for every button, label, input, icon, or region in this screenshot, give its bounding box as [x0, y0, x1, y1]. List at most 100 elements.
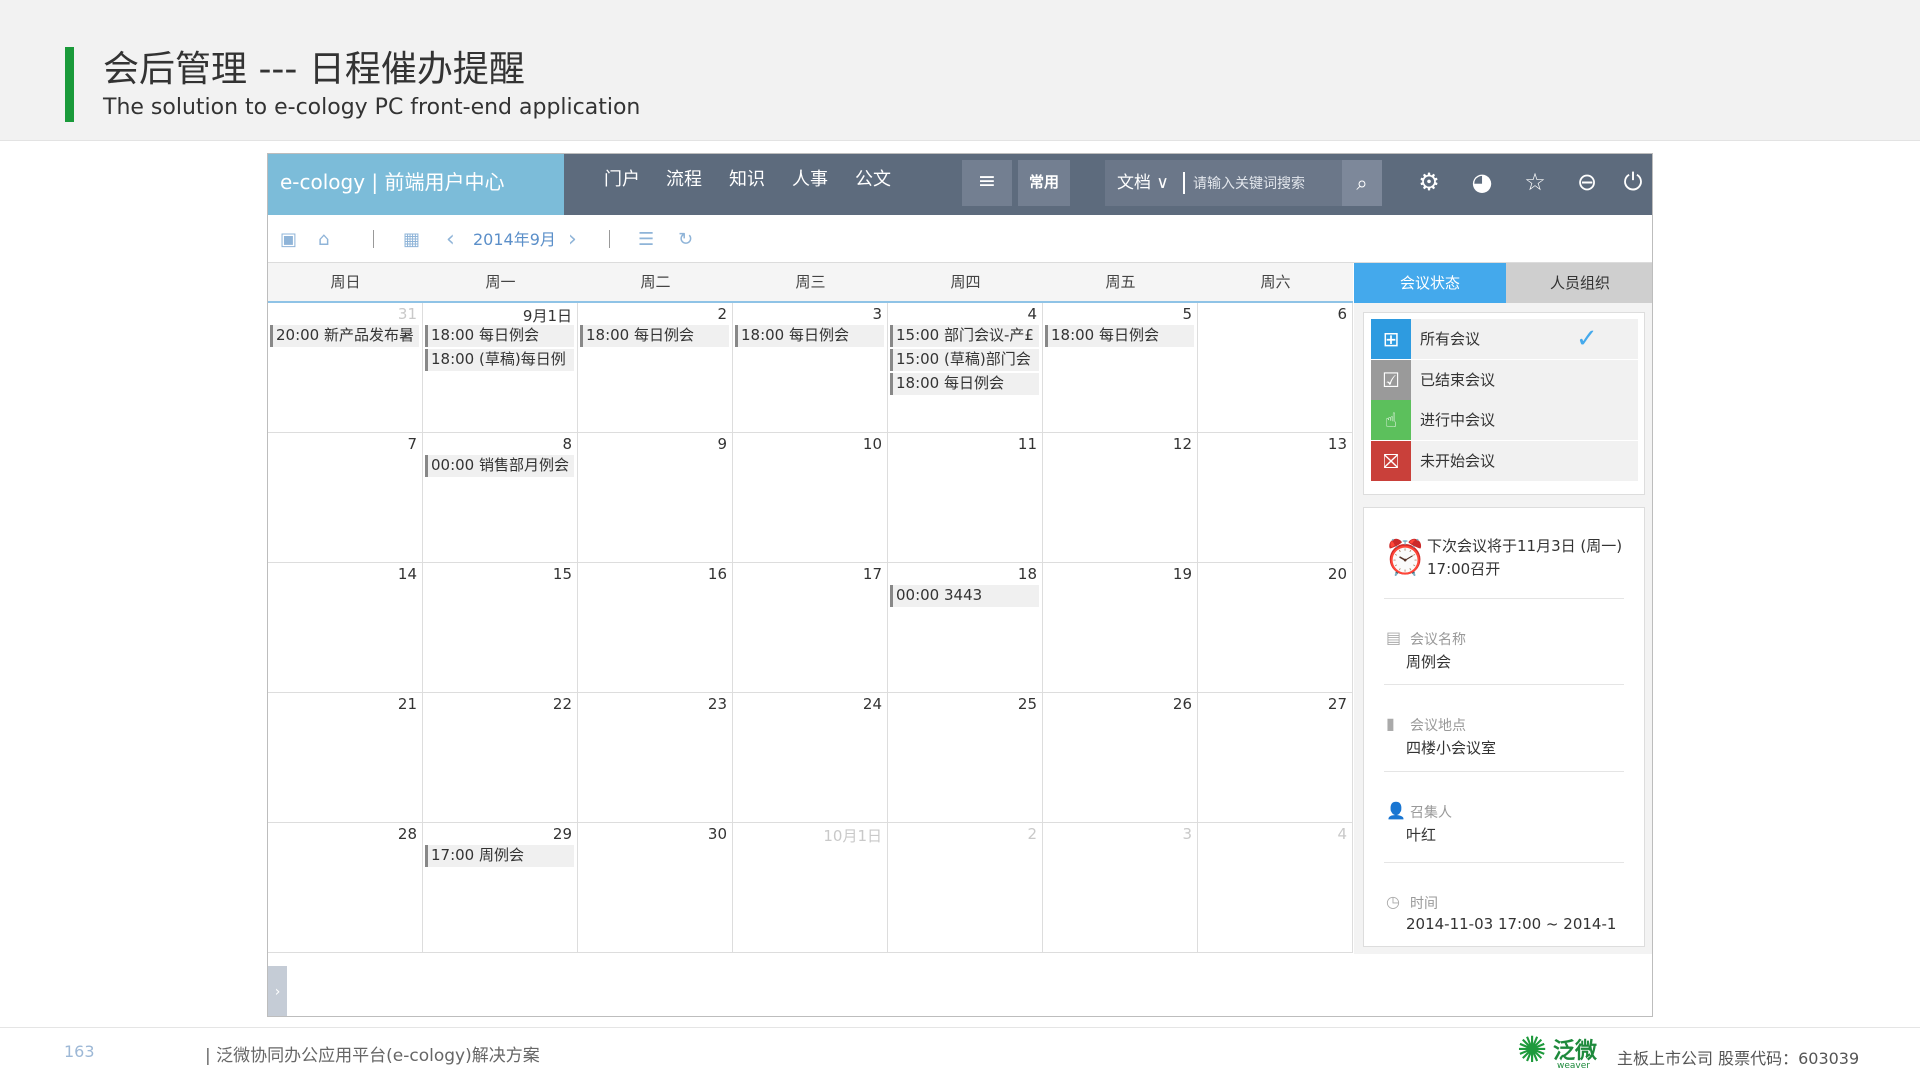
- calendar-event[interactable]: 17:00 周例会: [425, 845, 574, 867]
- calendar-event[interactable]: 00:00 3443: [890, 585, 1039, 607]
- nav-document[interactable]: 公文: [855, 154, 891, 206]
- calendar-day-cell[interactable]: 31 20:00 新产品发布暑: [268, 303, 423, 433]
- field-divider: [1384, 684, 1624, 685]
- expand-panel-button[interactable]: ›: [268, 966, 287, 1016]
- day-number: 3: [1182, 825, 1192, 843]
- weekday-header-cell: 周六: [1260, 273, 1291, 291]
- calendar-day-cell[interactable]: 3: [1043, 823, 1198, 953]
- month-grid: 31 20:00 新产品发布暑 9月1日 18:00 每日例会 18:00 (草稿)每日…: [268, 303, 1353, 954]
- calendar-day-cell[interactable]: 30: [578, 823, 733, 953]
- nav-hr[interactable]: 人事: [792, 154, 828, 206]
- calendar-day-cell[interactable]: 17: [733, 563, 888, 693]
- calendar-day-cell[interactable]: 10月1日: [733, 823, 888, 953]
- field-value: 叶红: [1406, 826, 1437, 844]
- calendar-day-cell[interactable]: 3 18:00 每日例会: [733, 303, 888, 433]
- day-number: 29: [552, 825, 572, 843]
- calendar-day-cell[interactable]: 10: [733, 433, 888, 563]
- calendar-day-cell[interactable]: 20: [1198, 563, 1353, 693]
- brand-title[interactable]: e-cology | 前端用户中心: [268, 154, 564, 215]
- day-number: 14: [397, 565, 417, 583]
- prev-month-icon[interactable]: ‹: [446, 227, 455, 253]
- calendar-day-cell[interactable]: 16: [578, 563, 733, 693]
- side-panel: ⊞ 所有会议 ✓ ☑ 已结束会议 ☝ 进行中会议 ⛝ 未开始会议 ⏰ 下次会议将于11月3日 (…: [1354, 303, 1652, 954]
- calendar-day-cell[interactable]: 29 17:00 周例会: [423, 823, 578, 953]
- calendar-day-cell[interactable]: 19: [1043, 563, 1198, 693]
- calendar-day-cell[interactable]: 22: [423, 693, 578, 823]
- calendar-day-cell[interactable]: 24: [733, 693, 888, 823]
- calendar-day-cell[interactable]: 2 18:00 每日例会: [578, 303, 733, 433]
- favorite-icon[interactable]: ☆: [1518, 165, 1552, 199]
- calendar-day-cell[interactable]: 2: [888, 823, 1043, 953]
- weekday-header-cell: 周四: [950, 273, 981, 291]
- calendar-event[interactable]: 18:00 每日例会: [735, 325, 884, 347]
- calendar-event[interactable]: 18:00 每日例会: [890, 373, 1039, 395]
- calendar-day-cell[interactable]: 14: [268, 563, 423, 693]
- day-number: 2: [1027, 825, 1037, 843]
- calendar-day-cell[interactable]: 4: [1198, 823, 1353, 953]
- calendar-day-cell[interactable]: 27: [1198, 693, 1353, 823]
- calendar-event[interactable]: 18:00 每日例会: [425, 325, 574, 347]
- slide-subtitle: The solution to e-cology PC front-end ap…: [103, 95, 641, 120]
- calendar-day-cell[interactable]: 4 15:00 部门会议-产£ 15:00 (草稿)部门会 18:00 每日例会: [888, 303, 1043, 433]
- calendar-day-cell[interactable]: 13: [1198, 433, 1353, 563]
- calendar-event[interactable]: 18:00 每日例会: [580, 325, 729, 347]
- search-input[interactable]: [1193, 166, 1333, 200]
- calendar-day-cell[interactable]: 11: [888, 433, 1043, 563]
- status-item[interactable]: ☑ 已结束会议: [1371, 359, 1638, 400]
- calendar-day-cell[interactable]: 6: [1198, 303, 1353, 433]
- calendar-day-cell[interactable]: 7: [268, 433, 423, 563]
- theme-icon[interactable]: ◕: [1465, 165, 1499, 199]
- nav-workflow[interactable]: 流程: [666, 154, 702, 206]
- calendar-day-cell[interactable]: 26: [1043, 693, 1198, 823]
- next-month-icon[interactable]: ›: [568, 227, 577, 253]
- calendar-day-cell[interactable]: 23: [578, 693, 733, 823]
- menu-button[interactable]: ≡: [962, 160, 1012, 206]
- tab-people-org[interactable]: 人员组织: [1506, 263, 1652, 303]
- calendar-day-cell[interactable]: 9月1日 18:00 每日例会 18:00 (草稿)每日例: [423, 303, 578, 433]
- field-label: 时间: [1410, 896, 1438, 912]
- calendar-day-cell[interactable]: 21: [268, 693, 423, 823]
- calendar-day-cell[interactable]: 18 00:00 3443: [888, 563, 1043, 693]
- search-scope-select[interactable]: 文档 ∨: [1117, 160, 1169, 206]
- common-button[interactable]: 常用: [1018, 160, 1070, 206]
- calendar-toolbar: ▣ ⌂ ▦ ‹ 2014年9月 › ☰ ↻: [268, 215, 1652, 263]
- power-icon[interactable]: ⏻: [1616, 165, 1650, 199]
- calendar-event[interactable]: 20:00 新产品发布暑: [270, 325, 419, 347]
- status-item[interactable]: ⛝ 未开始会议: [1371, 440, 1638, 481]
- calendar-day-cell[interactable]: 9: [578, 433, 733, 563]
- new-folder-icon[interactable]: ▣: [280, 227, 297, 253]
- calendar-day-cell[interactable]: 8 00:00 销售部月例会: [423, 433, 578, 563]
- alarm-clock-icon: ⏰: [1384, 538, 1427, 578]
- nav-knowledge[interactable]: 知识: [729, 154, 765, 206]
- settings-icon[interactable]: ⚙: [1412, 165, 1446, 199]
- calendar-event[interactable]: 15:00 (草稿)部门会: [890, 349, 1039, 371]
- footer-text: | 泛微协同办公应用平台(e-cology)解决方案: [205, 1046, 540, 1066]
- calendar-day-cell[interactable]: 5 18:00 每日例会: [1043, 303, 1198, 433]
- calendar-day-cell[interactable]: 25: [888, 693, 1043, 823]
- refresh-icon[interactable]: ↻: [678, 227, 693, 253]
- search-box: 文档 ∨ ⌕: [1105, 160, 1382, 206]
- calendar-day-cell[interactable]: 28: [268, 823, 423, 953]
- more-icon[interactable]: ⊖: [1570, 165, 1604, 199]
- tab-meeting-status[interactable]: 会议状态: [1354, 263, 1506, 303]
- home-icon[interactable]: ⌂: [318, 227, 329, 253]
- day-number: 7: [407, 435, 417, 453]
- list-view-icon[interactable]: ☰: [638, 227, 654, 253]
- calendar-day-cell[interactable]: 15: [423, 563, 578, 693]
- status-item[interactable]: ☝ 进行中会议: [1371, 400, 1638, 440]
- field-label: 会议地点: [1410, 718, 1466, 734]
- month-view-icon[interactable]: ▦: [403, 227, 420, 253]
- calendar-event[interactable]: 15:00 部门会议-产£: [890, 325, 1039, 347]
- nav-portal[interactable]: 门户: [604, 154, 640, 206]
- day-number: 28: [397, 825, 417, 843]
- day-number: 26: [1172, 695, 1192, 713]
- time-icon: ◷: [1386, 892, 1400, 911]
- check-box-icon: ☑: [1371, 359, 1411, 400]
- field-divider: [1384, 862, 1624, 863]
- calendar-event[interactable]: 18:00 每日例会: [1045, 325, 1194, 347]
- search-icon[interactable]: ⌕: [1342, 160, 1382, 206]
- calendar-event[interactable]: 00:00 销售部月例会: [425, 455, 574, 477]
- status-item[interactable]: ⊞ 所有会议 ✓: [1371, 319, 1638, 359]
- calendar-event[interactable]: 18:00 (草稿)每日例: [425, 349, 574, 371]
- calendar-day-cell[interactable]: 12: [1043, 433, 1198, 563]
